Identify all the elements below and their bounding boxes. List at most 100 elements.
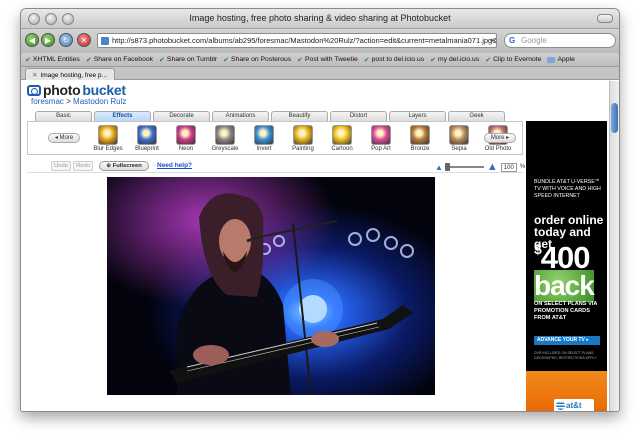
- concert-photo-image: [107, 177, 435, 395]
- effect-thumbnail-icon: [137, 125, 157, 145]
- bookmark-item[interactable]: ✔ Share on Facebook: [86, 56, 153, 64]
- effect-cartoon[interactable]: Cartoon: [324, 125, 360, 152]
- zoom-unit: %: [519, 164, 526, 170]
- effect-painting[interactable]: Painting: [285, 125, 321, 152]
- effects-list: Blur Edges Blueprint Neon Greyscale Invert Pa…: [90, 125, 516, 152]
- effect-label: Neon: [178, 146, 194, 152]
- back-button[interactable]: ◀: [25, 33, 39, 47]
- check-icon: ✔: [485, 56, 492, 64]
- editor-tabs: Basic Effects Decorate Animations Beauti…: [35, 111, 505, 121]
- search-input[interactable]: G Google: [504, 33, 616, 48]
- effect-sepia[interactable]: Sepia: [441, 125, 477, 152]
- effect-label: Sepia: [451, 146, 467, 152]
- browser-tab[interactable]: ✕ Image hosting, free p...: [25, 68, 115, 80]
- more-right-button[interactable]: More ▸: [484, 133, 516, 143]
- check-icon: ✔: [223, 56, 230, 64]
- tab-basic[interactable]: Basic: [35, 111, 92, 121]
- effect-label: Blueprint: [135, 146, 159, 152]
- att-globe-icon: [556, 401, 565, 410]
- bookmark-item[interactable]: ✔ Post with Tweetie: [297, 56, 358, 64]
- bookmark-item[interactable]: ✔ Share on Tumblr: [159, 56, 217, 64]
- undo-button[interactable]: Undo: [51, 161, 71, 171]
- ad-back-text: back: [534, 270, 595, 302]
- browser-tab-label: Image hosting, free p...: [40, 72, 107, 79]
- effect-label: Pop Art: [371, 146, 391, 152]
- address-text: http://s873.photobucket.com/albums/ab295…: [112, 36, 497, 45]
- tab-animations[interactable]: Animations: [212, 111, 269, 121]
- bookmark-item[interactable]: ✔ my del.icio.us: [430, 56, 479, 64]
- effect-thumbnail-icon: [98, 125, 118, 145]
- redo-button[interactable]: Redo: [73, 161, 93, 171]
- breadcrumb-user-link[interactable]: foresmac: [31, 97, 64, 106]
- effect-thumbnail-icon: [332, 125, 352, 145]
- tab-decorate[interactable]: Decorate: [153, 111, 210, 121]
- effect-thumbnail-icon: [176, 125, 196, 145]
- photobucket-logo[interactable]: photo bucket: [27, 82, 126, 98]
- zoom-value[interactable]: 100: [500, 162, 517, 172]
- check-icon: ✔: [363, 56, 370, 64]
- scrollbar-thumb[interactable]: [611, 103, 618, 133]
- need-help-link[interactable]: Need help?: [157, 162, 192, 169]
- stop-button[interactable]: ✕: [77, 33, 91, 47]
- effect-greyscale[interactable]: Greyscale: [207, 125, 243, 152]
- zoom-in-mountain-icon[interactable]: ▲: [487, 161, 498, 173]
- bookmark-item[interactable]: ✔ post to del.icio.us: [364, 56, 424, 64]
- bookmark-item[interactable]: ✔ XHTML Entities: [25, 56, 80, 64]
- effect-thumbnail-icon: [254, 125, 274, 145]
- effect-invert[interactable]: Invert: [246, 125, 282, 152]
- effect-thumbnail-icon: [215, 125, 235, 145]
- effect-label: Greyscale: [211, 146, 239, 152]
- effect-label: Invert: [256, 146, 272, 152]
- reload-button[interactable]: ↻: [59, 33, 73, 47]
- window-title: Image hosting, free photo sharing & vide…: [189, 13, 451, 23]
- breadcrumb-album-link[interactable]: Mastodon Rulz: [73, 97, 126, 106]
- tab-layers[interactable]: Layers: [389, 111, 446, 121]
- search-placeholder: Google: [521, 36, 547, 45]
- rss-icon[interactable]: ▸: [490, 36, 494, 44]
- effect-pop-art[interactable]: Pop Art: [363, 125, 399, 152]
- navigation-toolbar: ◀ ▶ ↻ ✕ http://s873.photobucket.com/albu…: [21, 29, 619, 53]
- tab-geek[interactable]: Geek: [448, 111, 505, 121]
- breadcrumb: foresmac > Mastodon Rulz: [31, 97, 126, 106]
- effect-label: Painting: [292, 146, 314, 152]
- check-icon: ✔: [85, 56, 92, 64]
- effect-neon[interactable]: Neon: [168, 125, 204, 152]
- address-bar[interactable]: http://s873.photobucket.com/albums/ab295…: [97, 33, 497, 48]
- edit-toolbar: Undo Redo ⊕ Fullscreen Need help? ▲ ▲ 10…: [27, 159, 526, 173]
- zoom-out-mountain-icon[interactable]: ▲: [435, 163, 443, 172]
- edited-photo[interactable]: [107, 177, 435, 395]
- effect-thumbnail-icon: [410, 125, 430, 145]
- effects-panel: ◂ More Blur Edges Blueprint Neon Greyscale I…: [27, 121, 523, 155]
- effect-blueprint[interactable]: Blueprint: [129, 125, 165, 152]
- ad-promo-text: ON SELECT PLANS VIA PROMOTION CARDS FROM…: [534, 301, 598, 321]
- browser-window: Image hosting, free photo sharing & vide…: [20, 8, 620, 412]
- browser-tab-strip: ✕ Image hosting, free p...: [21, 67, 619, 80]
- folder-icon: [547, 56, 556, 63]
- fullscreen-button[interactable]: ⊕ Fullscreen: [99, 161, 149, 171]
- page-content: photo bucket foresmac > Mastodon Rulz Bas…: [21, 81, 609, 411]
- check-icon: ✔: [159, 56, 165, 64]
- close-tab-icon[interactable]: ✕: [32, 72, 37, 79]
- more-left-button[interactable]: ◂ More: [48, 133, 80, 143]
- effect-blur-edges[interactable]: Blur Edges: [90, 125, 126, 152]
- zoom-slider-handle[interactable]: [444, 163, 450, 171]
- forward-button[interactable]: ▶: [41, 33, 55, 47]
- bookmark-item[interactable]: ✔ Share on Posterous: [223, 56, 291, 64]
- zoom-slider[interactable]: [444, 163, 484, 171]
- toolbar-toggle-button[interactable]: [597, 14, 613, 23]
- vertical-scrollbar[interactable]: [609, 81, 619, 411]
- bookmark-folder[interactable]: Apple: [547, 56, 575, 63]
- effect-bronze[interactable]: Bronze: [402, 125, 438, 152]
- breadcrumb-separator: >: [66, 97, 71, 106]
- tab-beautify[interactable]: Beautify: [271, 111, 328, 121]
- att-advertisement[interactable]: BUNDLE AT&T U-VERSE℠ TV WITH VOICE AND H…: [526, 121, 607, 411]
- check-icon: ✔: [297, 56, 303, 64]
- effect-label: Old Photo: [484, 146, 512, 152]
- advance-your-tv-button[interactable]: ADVANCE YOUR TV ▸: [534, 336, 600, 345]
- tab-effects[interactable]: Effects: [94, 111, 151, 121]
- effect-thumbnail-icon: [293, 125, 313, 145]
- bookmark-item[interactable]: ✔ Clip to Evernote: [485, 56, 541, 64]
- ad-fine-print: DVR INCLUDED ON SELECT PLANS. GEOGRAPHIC…: [534, 351, 598, 360]
- tab-distort[interactable]: Distort: [330, 111, 387, 121]
- favicon-icon: [101, 37, 109, 45]
